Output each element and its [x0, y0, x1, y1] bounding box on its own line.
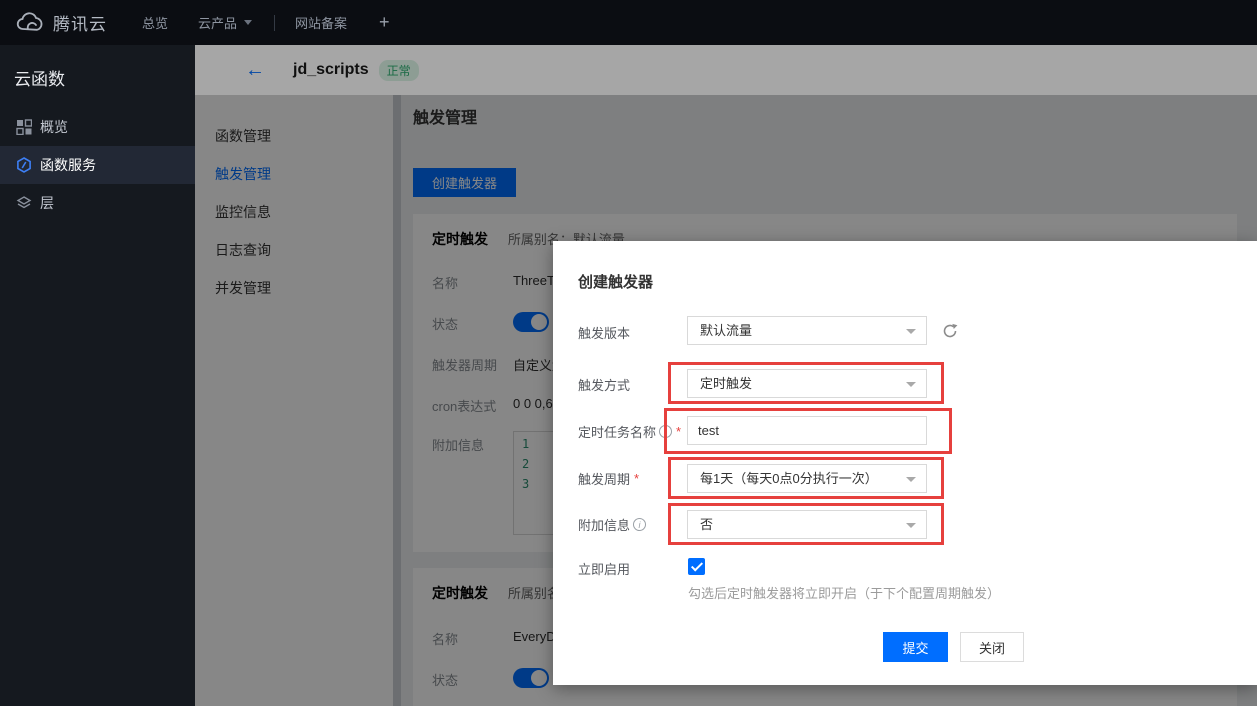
chevron-down-icon: [906, 523, 916, 528]
nav-divider: [274, 15, 275, 31]
field-label-extra-info: 附加信息 i: [578, 515, 646, 534]
refresh-icon[interactable]: [941, 322, 959, 340]
chevron-down-icon: [244, 20, 252, 25]
cloud-logo-icon: [15, 12, 45, 34]
field-label-period: 触发周期 *: [578, 469, 639, 488]
modal-title: 创建触发器: [578, 271, 653, 292]
field-label-enable: 立即启用: [578, 559, 630, 578]
tencent-cloud-console: 腾讯云 总览 云产品 网站备案 + 云函数 概览: [0, 0, 1257, 706]
nav-overview[interactable]: 总览: [142, 13, 168, 32]
field-label-version: 触发版本: [578, 323, 630, 342]
enable-hint: 勾选后定时触发器将立即开启（于下个配置周期触发）: [688, 583, 1000, 602]
layers-icon: [16, 195, 32, 211]
required-marker: *: [634, 471, 639, 486]
chevron-down-icon: [906, 477, 916, 482]
extra-info-select[interactable]: 否: [687, 510, 927, 539]
close-button[interactable]: 关闭: [960, 632, 1024, 662]
top-navbar: 腾讯云 总览 云产品 网站备案 +: [0, 0, 1257, 45]
add-tab-icon[interactable]: +: [379, 12, 390, 33]
field-label-task-name: 定时任务名称 i *: [578, 422, 681, 441]
chevron-down-icon: [906, 382, 916, 387]
field-label-method: 触发方式: [578, 375, 630, 394]
chevron-down-icon: [906, 329, 916, 334]
nav-products[interactable]: 云产品: [198, 13, 252, 32]
trigger-period-select[interactable]: 每1天（每天0点0分执行一次）: [687, 464, 927, 493]
info-icon[interactable]: i: [633, 518, 646, 531]
enable-checkbox[interactable]: [688, 558, 705, 575]
sidebar-item-overview[interactable]: 概览: [0, 108, 195, 146]
trigger-version-select[interactable]: 默认流量: [687, 316, 927, 345]
sidebar-item-layers[interactable]: 层: [0, 184, 195, 222]
sidebar-item-function-service[interactable]: 函数服务: [0, 146, 195, 184]
task-name-input[interactable]: [687, 416, 927, 445]
sidebar-item-label: 概览: [40, 117, 68, 137]
grid-icon: [16, 119, 32, 135]
create-trigger-modal: 创建触发器 触发版本 默认流量 触发方式 定时触发 定时任务名称 i * 触发周…: [553, 241, 1257, 685]
sidebar-title: 云函数: [0, 45, 195, 108]
sidebar-item-label: 层: [40, 193, 54, 213]
trigger-method-select[interactable]: 定时触发: [687, 369, 927, 398]
info-icon[interactable]: i: [659, 425, 672, 438]
sidebar-item-label: 函数服务: [40, 155, 96, 175]
brand-name: 腾讯云: [53, 10, 107, 35]
brand-logo[interactable]: 腾讯云: [15, 10, 107, 35]
left-sidebar: 云函数 概览 函数服务: [0, 45, 195, 706]
modal-backdrop: [195, 45, 1257, 95]
required-marker: *: [676, 424, 681, 439]
submit-button[interactable]: 提交: [883, 632, 948, 662]
function-service-icon: [16, 157, 32, 173]
nav-beian[interactable]: 网站备案: [295, 13, 347, 32]
